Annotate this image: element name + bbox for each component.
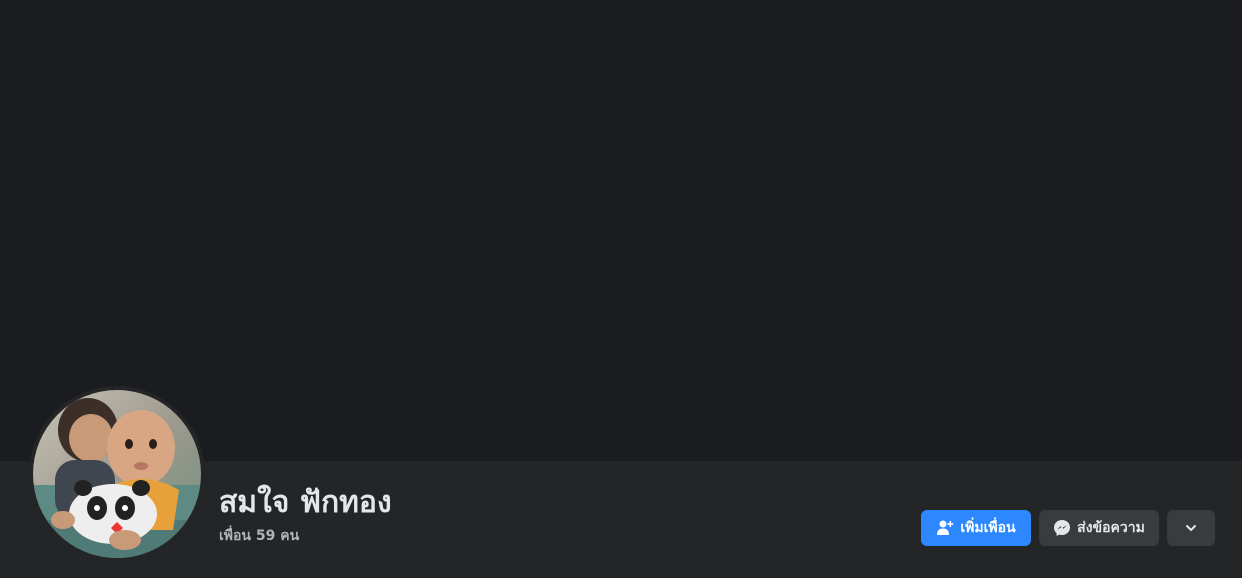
message-label: ส่งข้อความ <box>1077 520 1145 536</box>
profile-name: สมใจ ฟักทอง <box>219 485 392 520</box>
avatar-photo <box>33 390 201 558</box>
profile-avatar[interactable] <box>33 390 201 558</box>
message-button[interactable]: ส่งข้อความ <box>1039 510 1159 546</box>
messenger-icon <box>1053 519 1071 537</box>
profile-page: สมใจ ฟักทอง เพื่อน 59 คน เพิ่มเพื่อน ส่ง… <box>0 0 1242 578</box>
cover-photo[interactable] <box>0 0 1242 461</box>
more-options-button[interactable] <box>1167 510 1215 546</box>
add-friend-button[interactable]: เพิ่มเพื่อน <box>921 510 1031 546</box>
friend-count[interactable]: เพื่อน 59 คน <box>219 527 299 545</box>
person-add-icon <box>936 519 954 537</box>
add-friend-label: เพิ่มเพื่อน <box>960 520 1016 536</box>
chevron-down-icon <box>1182 519 1200 537</box>
